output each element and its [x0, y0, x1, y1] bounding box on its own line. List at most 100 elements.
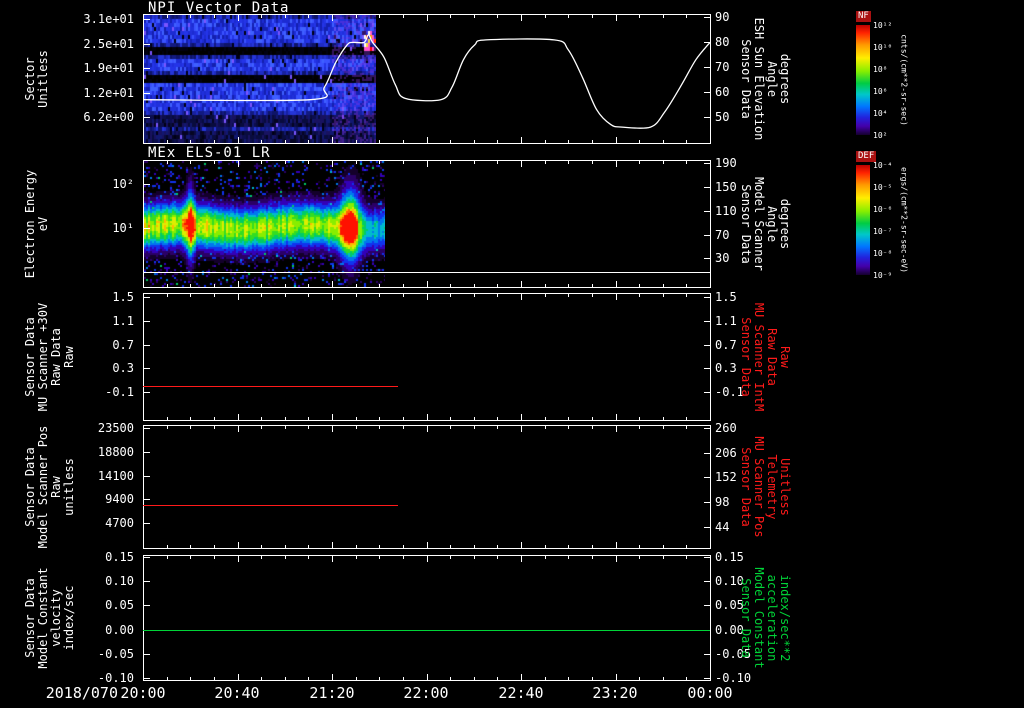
x-tick-mark [592, 294, 593, 297]
x-tick-mark [238, 542, 239, 548]
colorbar-tick-label: 10⁻⁷ [873, 227, 893, 236]
x-tick-mark [356, 161, 357, 164]
x-tick-mark [663, 161, 664, 164]
y-axis-label-model-constant-velocity: Model Constant [36, 566, 50, 669]
x-tick-mark [521, 281, 522, 287]
x-tick-mark [261, 556, 262, 559]
x-tick-mark [710, 556, 711, 562]
y-tick-mark [704, 67, 710, 68]
x-tick-mark [497, 161, 498, 164]
right-tick-label-model-constant-velocity: -0.10 [715, 671, 752, 686]
data-line-model-scanner-pos [143, 505, 398, 506]
right-axis-label-els: Sensor Data [739, 183, 753, 264]
y-axis-label-mu-scanner-30v: Raw Data [49, 327, 63, 386]
y-tick-mark [704, 368, 710, 369]
y-tick-mark [704, 527, 710, 528]
x-tick-mark [521, 137, 522, 143]
x-tick-mark [639, 284, 640, 287]
x-tick-mark [710, 15, 711, 21]
colorbar-tick-label: 10⁻⁵ [873, 183, 893, 192]
x-tick-mark [285, 15, 286, 18]
x-tick-mark [238, 556, 239, 562]
x-tick-mark [356, 15, 357, 18]
x-tick-mark [238, 137, 239, 143]
x-tick-mark [379, 294, 380, 297]
x-tick-mark [616, 281, 617, 287]
x-tick-mark [261, 294, 262, 297]
x-tick-mark [474, 556, 475, 559]
y-tick-mark [704, 581, 710, 582]
x-tick-mark [356, 417, 357, 420]
x-tick-mark [379, 284, 380, 287]
right-tick-label-model-scanner-pos: 44 [715, 519, 730, 534]
colorbar1-units-label: cnts/(cm**2-sr-sec) [899, 34, 909, 126]
x-tick-mark [497, 417, 498, 420]
x-tick-mark [427, 542, 428, 548]
panel2-title: MEx ELS-01 LR [148, 145, 271, 161]
x-tick-label-2: 20:40 [214, 684, 260, 702]
x-tick-mark [592, 284, 593, 287]
right-tick-label-mu-scanner-30v: 0.7 [715, 337, 737, 352]
y-tick-mark [704, 654, 710, 655]
x-tick-mark [474, 545, 475, 548]
x-tick-mark [308, 294, 309, 297]
x-tick-mark [450, 556, 451, 559]
x-tick-mark [308, 161, 309, 164]
x-tick-mark [639, 140, 640, 143]
x-tick-mark [663, 140, 664, 143]
x-tick-mark [663, 677, 664, 680]
x-tick-mark [592, 426, 593, 429]
x-tick-mark [616, 161, 617, 167]
data-line-mu-scanner-30v [143, 386, 398, 387]
x-tick-mark [497, 140, 498, 143]
x-tick-mark [592, 140, 593, 143]
x-tick-mark [285, 294, 286, 297]
x-tick-mark [686, 161, 687, 164]
spectrogram-els [144, 161, 385, 287]
x-tick-mark [143, 15, 144, 21]
y-axis-label-els: Electron Energy [23, 169, 37, 278]
y-tick-mark [144, 476, 150, 477]
y-tick-label-model-constant-velocity: -0.05 [97, 646, 134, 661]
x-tick-mark [663, 284, 664, 287]
x-tick-mark [592, 417, 593, 420]
x-tick-mark [403, 556, 404, 559]
y-tick-label-model-constant-velocity: 0.00 [105, 622, 134, 637]
y-tick-mark [144, 321, 150, 322]
x-tick-mark [379, 556, 380, 559]
x-tick-mark [356, 677, 357, 680]
x-tick-mark [568, 294, 569, 297]
y-tick-mark [144, 581, 150, 582]
right-axis-label-model-scanner-pos: Telemetry [765, 453, 779, 520]
colorbar-tick-label: 10⁸ [873, 65, 888, 74]
right-axis-label-model-constant-velocity: index/sec**2 [778, 574, 792, 661]
y-tick-label-model-constant-velocity: 0.15 [105, 549, 134, 564]
spectrogram-npi [144, 15, 376, 143]
y-tick-label-npi: 1.2e+01 [83, 85, 134, 100]
y-tick-mark [704, 477, 710, 478]
x-tick-mark [568, 284, 569, 287]
y-tick-mark [144, 654, 150, 655]
x-tick-mark [214, 426, 215, 429]
y-tick-mark [144, 297, 150, 298]
y-tick-mark [704, 605, 710, 606]
right-tick-label-model-scanner-pos: 98 [715, 495, 730, 510]
x-tick-mark [379, 417, 380, 420]
x-tick-mark [521, 161, 522, 167]
x-tick-mark [663, 556, 664, 559]
x-tick-mark [474, 161, 475, 164]
right-tick-label-model-constant-velocity: 0.15 [715, 549, 744, 564]
x-tick-label-5: 22:40 [498, 684, 544, 702]
colorbar-tick-label: 10⁻⁸ [873, 249, 893, 258]
x-tick-mark [261, 284, 262, 287]
x-tick-mark [545, 417, 546, 420]
x-tick-mark [167, 15, 168, 18]
x-tick-mark [686, 417, 687, 420]
x-tick-mark [356, 556, 357, 559]
x-tick-mark [143, 161, 144, 167]
x-tick-mark [285, 161, 286, 164]
colorbar-tick-label: 10⁶ [873, 87, 888, 96]
y-tick-mark [144, 19, 150, 20]
x-tick-mark [545, 140, 546, 143]
right-axis-label-npi: Angle [765, 60, 779, 97]
